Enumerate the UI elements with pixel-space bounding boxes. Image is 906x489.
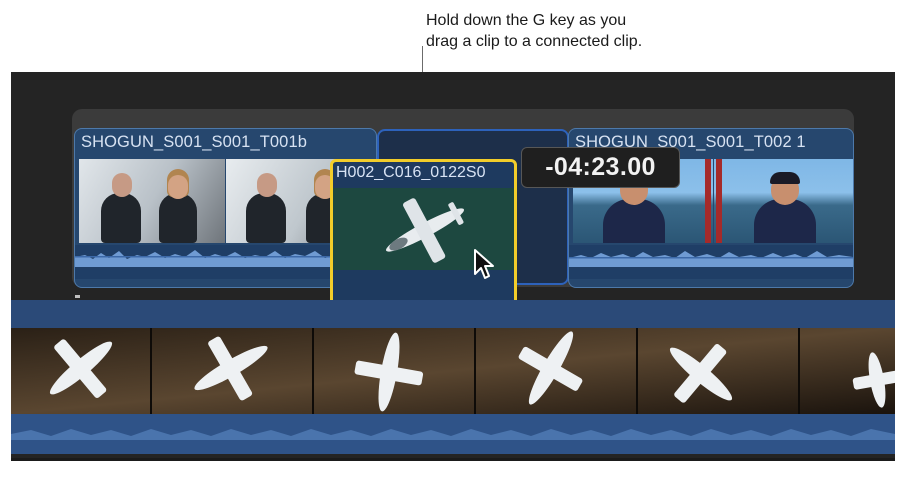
dragged-clip-name: H002_C016_0122S0 bbox=[336, 164, 486, 181]
clip-thumbnail bbox=[714, 159, 853, 243]
primary-storyline-header[interactable] bbox=[11, 300, 895, 328]
callout-line-2: drag a clip to a connected clip. bbox=[426, 33, 643, 50]
callout-line-1: Hold down the G key as you bbox=[426, 12, 627, 29]
primary-audio-waveform bbox=[11, 414, 895, 454]
clip-thumbnail bbox=[79, 159, 225, 243]
playhead-marker bbox=[75, 295, 80, 298]
primary-storyline-filmstrip[interactable] bbox=[11, 328, 895, 414]
dragged-clip[interactable]: H002_C016_0122S0 bbox=[330, 159, 517, 313]
timeline-bottom-edge bbox=[11, 458, 895, 461]
seaplane-filmstrip bbox=[11, 328, 895, 414]
clip-name-label: SHOGUN_S001_S001_T001b bbox=[81, 133, 308, 151]
timecode-offset: -04:23.00 bbox=[521, 147, 680, 188]
arrow-pointer-icon bbox=[474, 249, 494, 279]
timeline[interactable]: SHOGUN_S001_S001_T001b SHOGUN_S001_S001_… bbox=[11, 72, 895, 461]
audio-waveform bbox=[569, 245, 853, 279]
callout-text: Hold down the G key as you drag a clip t… bbox=[426, 10, 642, 52]
